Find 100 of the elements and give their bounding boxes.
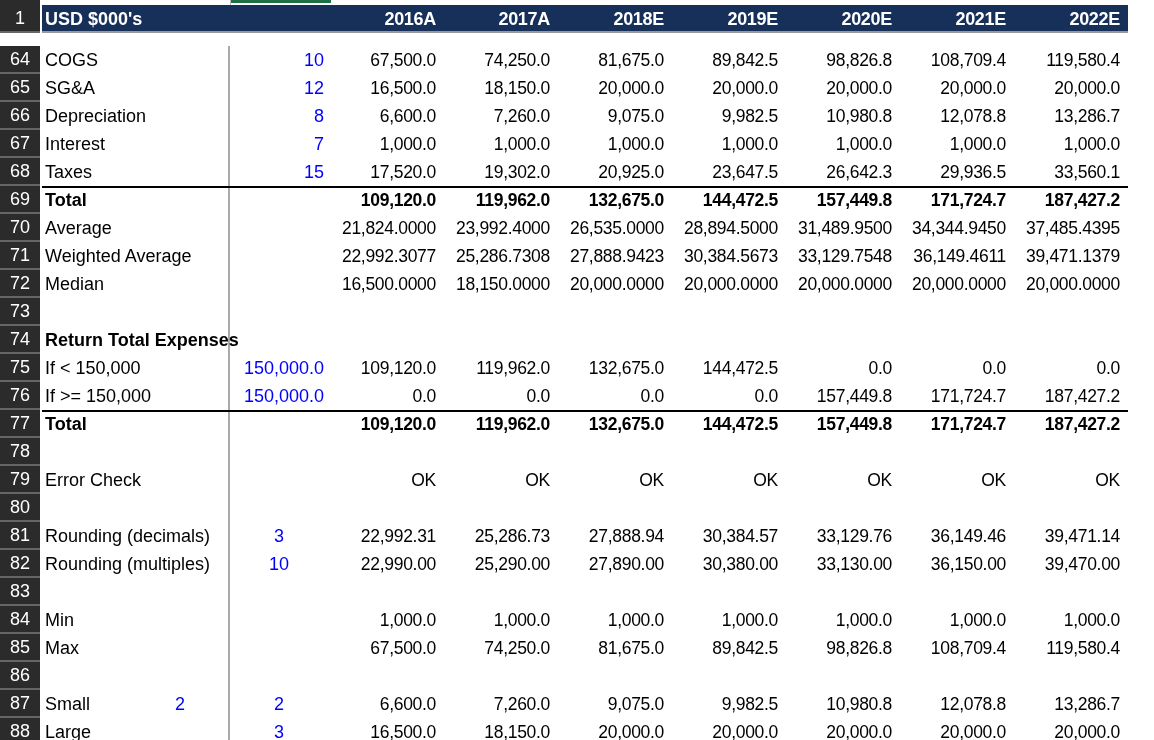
table-cell: 0.0	[640, 385, 664, 407]
row-number[interactable]: 77	[0, 410, 40, 438]
row-number[interactable]: 82	[0, 550, 40, 578]
row-number[interactable]: 1	[0, 5, 40, 33]
table-cell: 36,149.4611	[913, 245, 1006, 267]
table-cell: 157,449.8	[816, 385, 892, 407]
table-cell: 1,000.0	[607, 133, 664, 155]
table-cell: 28,894.5000	[683, 217, 778, 239]
row-number[interactable]: 84	[0, 606, 40, 634]
table-cell: 157,449.8	[816, 189, 892, 211]
row-label: Total	[45, 189, 87, 211]
row-number[interactable]: 85	[0, 634, 40, 662]
year-header: 2020E	[841, 8, 892, 30]
row-label: Small	[45, 693, 90, 715]
table-cell: 39,470.00	[1044, 553, 1120, 575]
table-cell: 12,078.8	[940, 693, 1006, 715]
table-cell: 33,130.00	[816, 553, 892, 575]
table-cell: 20,000.0	[940, 721, 1006, 740]
table-cell: 6,600.0	[379, 693, 436, 715]
row-label: Interest	[45, 133, 106, 155]
row-number[interactable]: 73	[0, 298, 40, 326]
table-cell: 1,000.0	[721, 609, 778, 631]
table-cell: 0.0	[868, 357, 892, 379]
input-value: 8	[314, 105, 324, 127]
table-cell: 39,471.1379	[1025, 245, 1120, 267]
table-cell: 119,580.4	[1046, 49, 1120, 71]
table-cell: 27,888.9423	[569, 245, 664, 267]
row-label: Min	[45, 609, 74, 631]
row-number[interactable]: 87	[0, 690, 40, 718]
table-cell: 25,286.73	[474, 525, 550, 547]
row-number[interactable]: 68	[0, 158, 40, 186]
row-number[interactable]: 69	[0, 186, 40, 214]
table-cell: 20,000.0000	[569, 273, 664, 295]
row-number[interactable]: 88	[0, 718, 40, 740]
table-cell: 81,675.0	[598, 49, 664, 71]
table-cell: 39,471.14	[1044, 525, 1120, 547]
year-header: 2022E	[1069, 8, 1120, 30]
row-number[interactable]: 66	[0, 102, 40, 130]
input-cell: 3	[228, 522, 328, 550]
row-number[interactable]: 78	[0, 438, 40, 466]
row-number[interactable]: 79	[0, 466, 40, 494]
table-cell: 20,000.0000	[797, 273, 892, 295]
table-cell: 9,075.0	[607, 105, 664, 127]
row-number[interactable]: 74	[0, 326, 40, 354]
row-label: Rounding (decimals)	[45, 525, 211, 547]
row-number[interactable]: 64	[0, 46, 40, 74]
table-cell: 74,250.0	[484, 637, 550, 659]
table-cell: 1,000.0	[1063, 133, 1120, 155]
table-cell: 144,472.5	[702, 189, 778, 211]
row-label: SG&A	[45, 77, 96, 99]
table-cell: 21,824.0000	[341, 217, 436, 239]
table-cell: 37,485.4395	[1025, 217, 1120, 239]
table-cell: 7,260.0	[493, 693, 550, 715]
table-cell: 0.0	[526, 385, 550, 407]
table-cell: 1,000.0	[493, 609, 550, 631]
table-cell: 30,380.00	[702, 553, 778, 575]
table-cell: 20,000.0	[826, 721, 892, 740]
table-cell: 13,286.7	[1054, 693, 1120, 715]
row-number[interactable]: 65	[0, 74, 40, 102]
table-cell: 7,260.0	[493, 105, 550, 127]
input-value: 150,000.0	[243, 357, 324, 379]
year-header: 2016A	[384, 8, 436, 30]
year-header: 2019E	[727, 8, 778, 30]
row-number[interactable]: 83	[0, 578, 40, 606]
table-cell: 20,000.0	[598, 721, 664, 740]
table-cell: 9,075.0	[607, 693, 664, 715]
row-number[interactable]: 67	[0, 130, 40, 158]
table-cell: 33,560.1	[1054, 161, 1120, 183]
input-cell: 3	[228, 718, 328, 740]
table-cell: 98,826.8	[826, 637, 892, 659]
table-cell: 27,888.94	[588, 525, 664, 547]
row-number[interactable]: 71	[0, 242, 40, 270]
table-cell: 144,472.5	[702, 413, 778, 435]
table-cell: 33,129.7548	[797, 245, 892, 267]
table-cell: 1,000.0	[721, 133, 778, 155]
row-label: Rounding (multiples)	[45, 553, 211, 575]
table-cell: 171,724.7	[930, 189, 1006, 211]
row-number[interactable]: 86	[0, 662, 40, 690]
row-number[interactable]: 81	[0, 522, 40, 550]
row-number[interactable]: 72	[0, 270, 40, 298]
row-number[interactable]: 70	[0, 214, 40, 242]
table-cell: 119,962.0	[475, 189, 550, 211]
table-cell: 67,500.0	[370, 637, 436, 659]
table-cell: 187,427.2	[1044, 385, 1120, 407]
table-cell: 20,000.0000	[1025, 273, 1120, 295]
row-label: Return Total Expenses	[45, 329, 239, 351]
table-cell: 187,427.2	[1044, 413, 1120, 435]
table-cell: 187,427.2	[1044, 189, 1120, 211]
table-cell: 0.0	[412, 385, 436, 407]
table-cell: 23,992.4000	[455, 217, 550, 239]
row-number[interactable]: 76	[0, 382, 40, 410]
row-number[interactable]: 75	[0, 354, 40, 382]
table-cell: 20,000.0	[598, 77, 664, 99]
row-number[interactable]: 80	[0, 494, 40, 522]
table-cell: 20,000.0	[1054, 721, 1120, 740]
row-label: Median	[45, 273, 105, 295]
table-cell: 81,675.0	[598, 637, 664, 659]
table-cell: OK	[867, 469, 892, 491]
table-cell: 132,675.0	[588, 413, 664, 435]
table-cell: 67,500.0	[370, 49, 436, 71]
